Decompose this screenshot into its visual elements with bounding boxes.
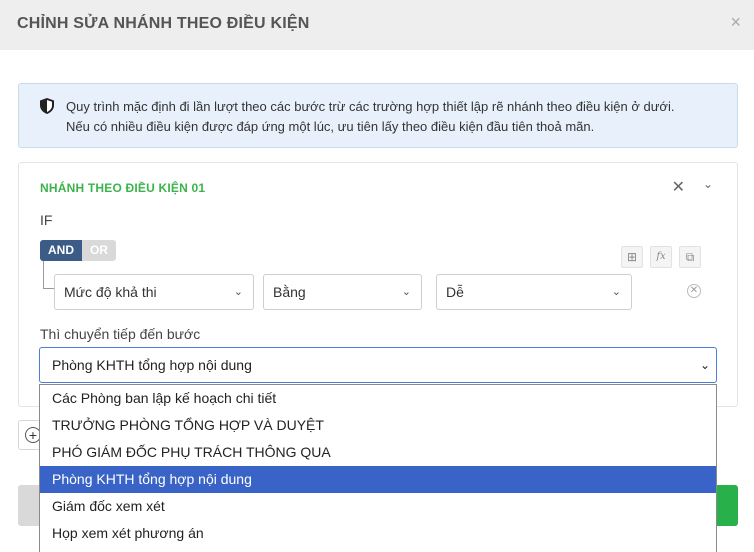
- or-button[interactable]: OR: [82, 240, 116, 261]
- info-line-2: Nếu có nhiều điều kiện được đáp ứng một …: [66, 119, 595, 134]
- copy-icon[interactable]: ⧉: [679, 246, 701, 268]
- condition-field-select[interactable]: Mức độ khả thi ⌄: [54, 274, 254, 310]
- modal-header: CHỈNH SỬA NHÁNH THEO ĐIỀU KIỆN ×: [0, 0, 754, 50]
- info-text: Quy trình mặc định đi lần lượt theo các …: [66, 97, 727, 137]
- chevron-down-icon: ⌄: [233, 286, 243, 298]
- shield-icon: [40, 98, 54, 114]
- next-step-select[interactable]: Phòng KHTH tổng hợp nội dung ⌄: [39, 347, 717, 383]
- and-button[interactable]: AND: [40, 240, 82, 261]
- add-condition-icon[interactable]: ⊞: [621, 246, 643, 268]
- dropdown-option-selected[interactable]: Phòng KHTH tổng hợp nội dung: [40, 466, 716, 493]
- save-button[interactable]: [717, 485, 738, 526]
- dropdown-option[interactable]: TRƯỞNG PHÒNG TỔNG HỢP VÀ DUYỆT: [40, 412, 716, 439]
- remove-condition-icon[interactable]: ✕: [687, 284, 701, 298]
- chevron-down-icon: ⌄: [611, 286, 621, 298]
- chevron-down-icon: ⌄: [699, 358, 710, 372]
- modal-title: CHỈNH SỬA NHÁNH THEO ĐIỀU KIỆN: [17, 15, 310, 32]
- next-step-dropdown: Các Phòng ban lập kế hoạch chi tiết TRƯỞ…: [39, 384, 717, 552]
- condition-operator-select[interactable]: Bằng ⌄: [263, 274, 422, 310]
- collapse-chevron-icon[interactable]: ⌄: [703, 177, 713, 191]
- info-line-1: Quy trình mặc định đi lần lượt theo các …: [66, 99, 675, 114]
- branch-title: NHÁNH THEO ĐIỀU KIỆN 01: [40, 181, 206, 195]
- next-step-value: Phòng KHTH tổng hợp nội dung: [52, 357, 252, 373]
- condition-operator-value: Bằng: [273, 284, 306, 300]
- dropdown-option[interactable]: Các Phòng ban lập kế hoạch chi tiết: [40, 385, 716, 412]
- dropdown-option[interactable]: PHÓ GIÁM ĐỐC PHỤ TRÁCH THÔNG QUA: [40, 439, 716, 466]
- next-step-label: Thì chuyển tiếp đến bước: [40, 326, 201, 342]
- condition-field-value: Mức độ khả thi: [64, 284, 157, 300]
- and-or-toggle: AND OR: [40, 240, 116, 261]
- condition-value-value: Dễ: [446, 284, 464, 300]
- remove-branch-icon[interactable]: ✕: [672, 177, 685, 197]
- chevron-down-icon: ⌄: [401, 286, 411, 298]
- close-icon[interactable]: ×: [730, 13, 741, 31]
- info-box: Quy trình mặc định đi lần lượt theo các …: [18, 83, 738, 148]
- if-label: IF: [40, 212, 53, 228]
- condition-value-select[interactable]: Dễ ⌄: [436, 274, 632, 310]
- dropdown-option[interactable]: Giám đốc xem xét: [40, 493, 716, 520]
- dropdown-option[interactable]: Họp xem xét phương án: [40, 520, 716, 547]
- formula-icon[interactable]: fx: [650, 246, 672, 268]
